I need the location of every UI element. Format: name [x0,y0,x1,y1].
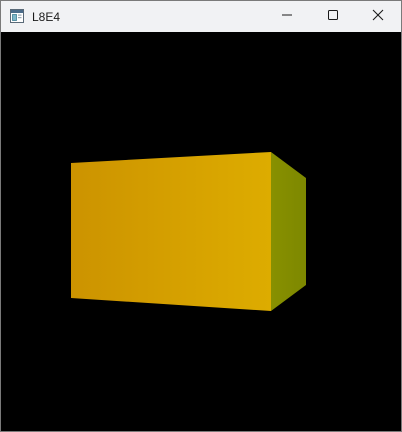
close-button[interactable] [355,1,401,32]
box-side-face [271,152,306,311]
title-bar[interactable]: L8E4 [1,1,401,32]
render-viewport[interactable] [1,32,401,431]
maximize-button[interactable] [310,1,356,32]
minimize-icon [281,9,293,24]
maximize-icon [327,9,339,24]
box-front-face [71,152,271,311]
minimize-button[interactable] [264,1,310,32]
3d-scene [71,152,306,311]
app-window: L8E4 [0,0,402,432]
window-title: L8E4 [32,10,61,24]
close-icon [372,9,384,24]
app-window-icon[interactable] [10,9,24,23]
